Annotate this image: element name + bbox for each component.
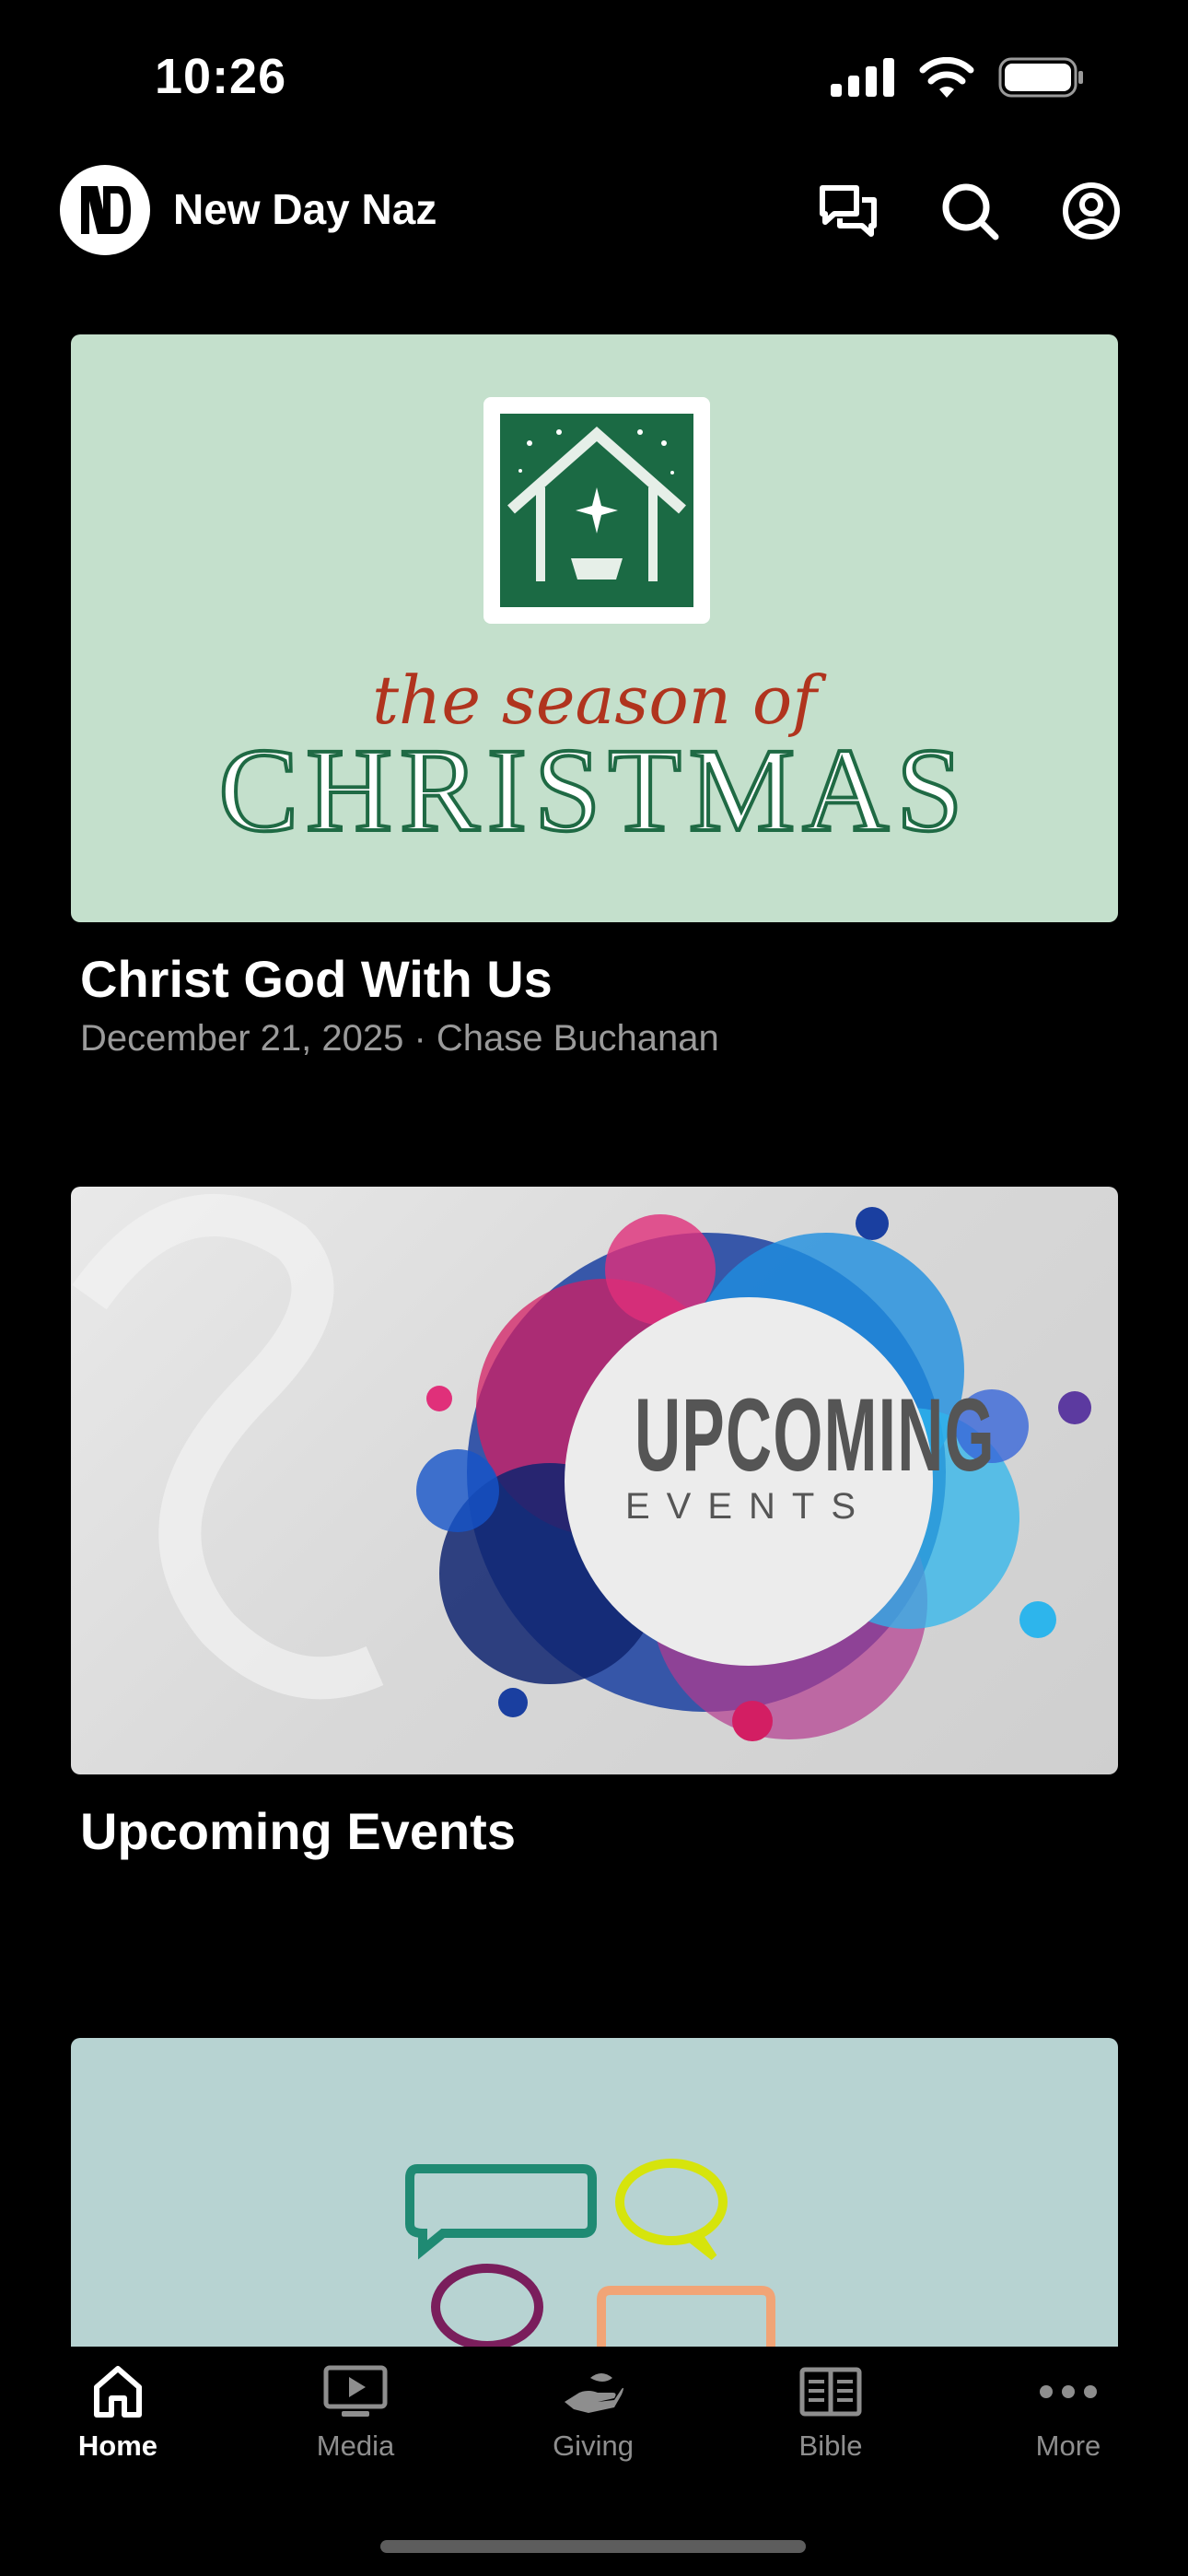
chat-bubbles-image	[71, 2038, 1118, 2351]
app-header: New Day Naz	[0, 157, 1188, 263]
more-icon	[1040, 2385, 1097, 2398]
tab-label: More	[1035, 2430, 1101, 2462]
status-bar: 10:26	[0, 0, 1188, 157]
card-title: Upcoming Events	[80, 1802, 516, 1860]
tab-more[interactable]: More	[995, 2365, 1142, 2463]
christmas-sermon-image: the season of CHRISTMAS	[71, 334, 1118, 922]
christmas-headline-text: CHRISTMAS	[216, 722, 971, 859]
card-title: Christ God With Us	[80, 950, 553, 1008]
upcoming-headline-text: UPCOMING	[635, 1377, 996, 1493]
card-meta: December 21, 2025 · Chase Buchanan	[80, 1018, 719, 1059]
wifi-icon	[919, 57, 974, 98]
tab-bible[interactable]: Bible	[757, 2365, 904, 2463]
status-icons	[831, 57, 1085, 98]
media-icon	[323, 2365, 388, 2417]
chat-icon	[820, 185, 877, 237]
tab-label: Giving	[553, 2430, 634, 2462]
battery-icon	[998, 57, 1083, 98]
feed-card-chat[interactable]	[71, 2038, 1118, 2351]
header-actions	[816, 179, 1124, 243]
nd-logo-icon	[81, 186, 131, 234]
chat-button[interactable]	[816, 179, 880, 243]
cellular-signal-icon	[831, 58, 894, 97]
app-screen: 10:26 New Day Naz the season of CHRISTMA…	[0, 0, 1188, 2576]
status-time: 10:26	[155, 49, 287, 104]
tab-label: Home	[77, 2430, 158, 2462]
events-subtext: EVENTS	[624, 1486, 873, 1527]
profile-button[interactable]	[1059, 179, 1124, 243]
home-indicator[interactable]	[380, 2540, 806, 2553]
giving-icon	[565, 2373, 623, 2413]
home-icon	[94, 2366, 142, 2418]
tab-giving[interactable]: Giving	[519, 2365, 667, 2463]
bible-icon	[799, 2367, 862, 2417]
profile-icon	[1063, 182, 1120, 240]
feed-card-christmas[interactable]: the season of CHRISTMAS Christ God With …	[71, 334, 1118, 1060]
tab-home[interactable]: Home	[44, 2365, 192, 2463]
feed-card-events[interactable]: UPCOMING EVENTS Upcoming Events	[71, 1187, 1118, 1861]
search-button[interactable]	[938, 179, 1002, 243]
tab-media[interactable]: Media	[282, 2365, 429, 2463]
search-icon	[942, 183, 999, 240]
nativity-stamp-icon	[483, 397, 710, 624]
church-logo[interactable]	[60, 165, 150, 255]
chat-bubbles-graphic	[405, 2159, 775, 2351]
tab-label: Media	[316, 2430, 395, 2462]
app-title: New Day Naz	[173, 185, 437, 233]
tab-label: Bible	[798, 2430, 863, 2462]
upcoming-events-image: UPCOMING EVENTS	[71, 1187, 1118, 1774]
